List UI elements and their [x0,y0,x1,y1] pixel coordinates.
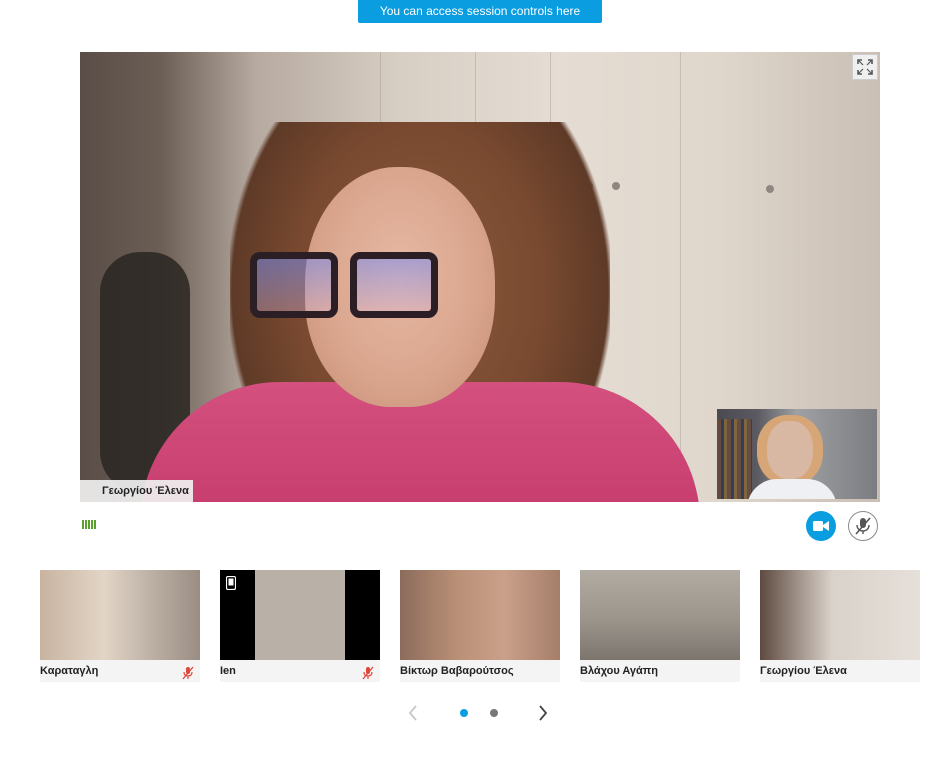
expand-button[interactable] [852,54,878,80]
video-camera-icon [813,521,829,531]
participant-tile[interactable]: Βίκτωρ Βαβαρούτσος [400,570,560,682]
door-knob [612,182,620,190]
participant-tile[interactable]: Βλάχου Αγάπη [580,570,740,682]
glasses [250,252,438,318]
main-participant-name: Γεωργίου Έλενα [80,480,193,502]
participant-name: Ien [220,665,236,677]
wardrobe-door [680,52,681,502]
participant-name: Καραταγλη [40,665,99,677]
mic-toggle-button[interactable] [848,511,878,541]
participant-tile[interactable]: Γεωργίου Έλενα [760,570,920,682]
participant-name: Βλάχου Αγάπη [580,665,658,677]
self-face [767,421,813,479]
video-toggle-button[interactable] [806,511,836,541]
mobile-phone-icon [226,576,236,590]
participant-video [400,570,560,660]
main-video-feed[interactable]: Γεωργίου Έλενα [80,52,880,502]
expand-icon [857,59,873,75]
participant-name: Γεωργίου Έλενα [760,665,847,677]
participant-tiles: Καραταγλη Ien Βίκτωρ Βαβαρούτσος Βλάχου … [40,570,920,682]
door-knob [766,185,774,193]
participant-video [580,570,740,660]
participant-name: Βίκτωρ Βαβαρούτσος [400,665,514,677]
page-dot-active[interactable] [460,709,468,717]
signal-bars-icon [82,520,96,529]
participant-tile[interactable]: Ien [220,570,380,682]
participant-tile[interactable]: Καραταγλη [40,570,200,682]
chevron-left-icon[interactable] [408,705,418,721]
microphone-muted-icon [855,517,871,535]
page-dot[interactable] [490,709,498,717]
participant-video [220,570,380,660]
session-controls-tooltip: You can access session controls here [358,0,602,23]
bookshelf [717,419,752,499]
participant-video [40,570,200,660]
self-view-video[interactable] [717,409,877,499]
microphone-muted-icon [362,666,374,680]
chevron-right-icon[interactable] [538,705,548,721]
microphone-muted-icon [182,666,194,680]
self-shirt [747,479,837,499]
participant-video [760,570,920,660]
participant-pager [404,702,564,724]
